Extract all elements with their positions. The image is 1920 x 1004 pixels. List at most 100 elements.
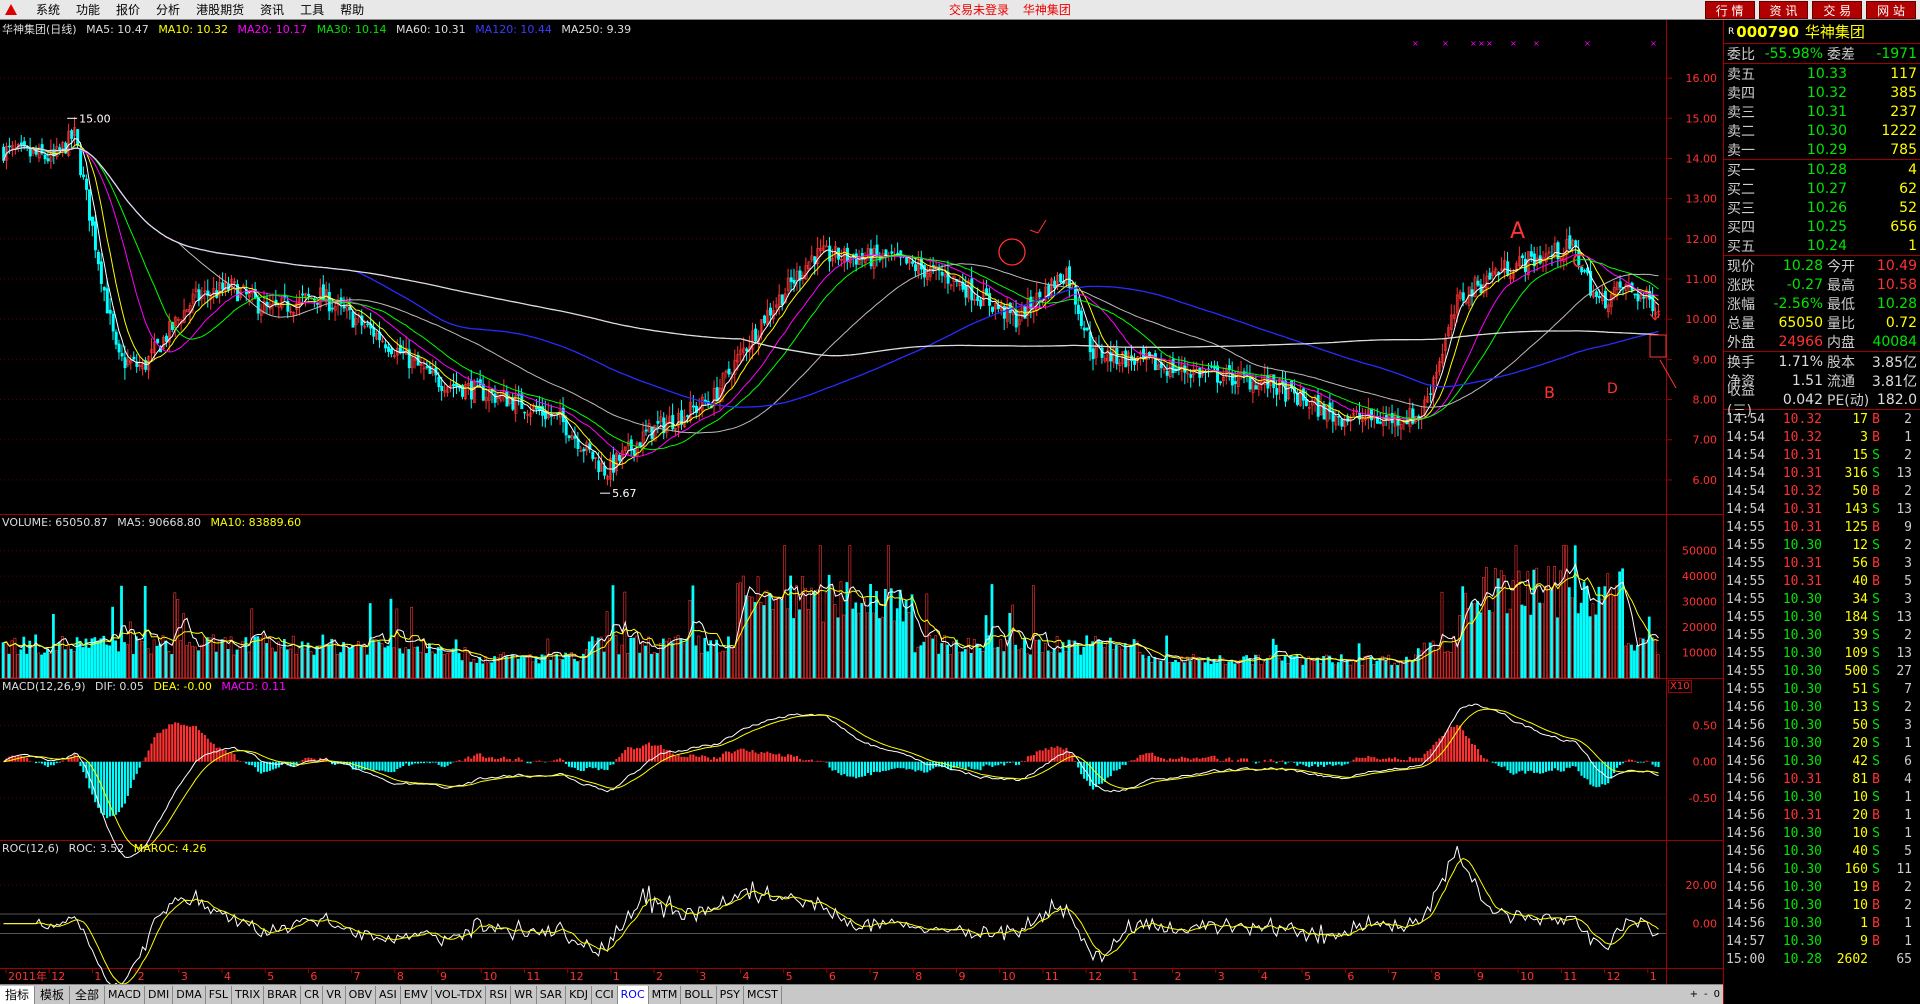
volume-bar	[1449, 652, 1453, 679]
menu-item[interactable]: 港股期货	[188, 0, 252, 20]
tick-row[interactable]: 14:55 10.31 125 B 9	[1724, 518, 1920, 536]
menu-item[interactable]: 分析	[148, 0, 188, 20]
tick-row[interactable]: 14:57 10.30 9 B 1	[1724, 932, 1920, 950]
indicator-tab[interactable]: BRAR	[264, 985, 302, 1004]
menu-item[interactable]: 报价	[108, 0, 148, 20]
tick-row[interactable]: 14:55 10.30 500 S 27	[1724, 662, 1920, 680]
menu-item[interactable]: 帮助	[332, 0, 372, 20]
nav-button[interactable]: 行 情	[1704, 1, 1755, 19]
indicator-tab[interactable]: MACD	[105, 985, 146, 1004]
buys-row[interactable]: 买五 10.24 1	[1724, 236, 1920, 255]
zoom-button[interactable]: +	[1687, 989, 1701, 1000]
menu-item[interactable]: 系统	[28, 0, 68, 20]
tick-row[interactable]: 14:54 10.31 15 S 2	[1724, 446, 1920, 464]
tick-row[interactable]: 14:56 10.31 81 B 4	[1724, 770, 1920, 788]
tick-row[interactable]: 15:00 10.28 2602 65	[1724, 950, 1920, 968]
tick-row[interactable]: 14:55 10.30 12 S 2	[1724, 536, 1920, 554]
stock-code[interactable]: 000790	[1736, 23, 1799, 41]
tick-row[interactable]: 14:56 10.30 160 S 11	[1724, 860, 1920, 878]
sells-row[interactable]: 卖二 10.30 1222	[1724, 121, 1920, 140]
buys-row[interactable]: 买二 10.27 62	[1724, 179, 1920, 198]
nav-button[interactable]: 交 易	[1812, 1, 1863, 19]
tab-0[interactable]: 指标	[0, 985, 36, 1004]
volume-bar	[567, 654, 570, 679]
tick-row[interactable]: 14:55 10.30 51 S 7	[1724, 680, 1920, 698]
tick-row[interactable]: 14:56 10.31 20 B 1	[1724, 806, 1920, 824]
tick-time: 14:56	[1726, 825, 1766, 841]
nav-button[interactable]: 资 讯	[1758, 1, 1809, 19]
menu-item[interactable]: 功能	[68, 0, 108, 20]
chart-area[interactable]: 华神集团(日线) MA5: 10.47 MA10: 10.32 MA20: 10…	[0, 20, 1723, 1003]
tick-price: 10.31	[1782, 519, 1822, 535]
indicator-tab[interactable]: ROC	[617, 985, 649, 1004]
indicator-tab[interactable]: CCI	[592, 985, 618, 1004]
indicator-tab[interactable]: EMV	[401, 985, 432, 1004]
nav-button[interactable]: 网 站	[1866, 1, 1916, 19]
tick-row[interactable]: 14:54 10.31 143 S 13	[1724, 500, 1920, 518]
tick-row[interactable]: 14:55 10.31 56 B 3	[1724, 554, 1920, 572]
indicator-tab[interactable]: WR	[511, 985, 537, 1004]
tick-row[interactable]: 14:56 10.30 13 S 2	[1724, 698, 1920, 716]
tick-row[interactable]: 14:55 10.30 39 S 2	[1724, 626, 1920, 644]
indicator-tab[interactable]: FSL	[206, 985, 232, 1004]
indicator-tab[interactable]: TRIX	[232, 985, 265, 1004]
stat-row: 涨幅 -2.56% 最低 10.28	[1724, 294, 1920, 313]
tick-row[interactable]: 14:54 10.31 316 S 13	[1724, 464, 1920, 482]
tick-row[interactable]: 14:56 10.30 42 S 6	[1724, 752, 1920, 770]
indicator-tab[interactable]: PSY	[717, 985, 744, 1004]
indicator-tab[interactable]: RSI	[486, 985, 512, 1004]
indicator-tab[interactable]: SAR	[537, 985, 567, 1004]
tick-row[interactable]: 14:56 10.30 19 B 2	[1724, 878, 1920, 896]
login-status[interactable]: 交易未登录	[949, 3, 1009, 17]
tick-row[interactable]: 14:56 10.30 10 S 1	[1724, 824, 1920, 842]
tick-row[interactable]: 14:56 10.30 10 B 2	[1724, 896, 1920, 914]
indicator-tab[interactable]: MCST	[744, 985, 782, 1004]
tick-row[interactable]: 14:56 10.30 20 S 1	[1724, 734, 1920, 752]
sells-row[interactable]: 卖四 10.32 385	[1724, 83, 1920, 102]
indicator-tab[interactable]: DMI	[145, 985, 174, 1004]
indicator-tab[interactable]: DMA	[173, 985, 206, 1004]
sells-price: 10.29	[1806, 141, 1847, 158]
tick-list[interactable]: 14:54 10.32 17 B 2 14:54 10.32 3 B 1 14:54 10.31 15 S…	[1724, 410, 1920, 968]
indicator-tab[interactable]: VOL-TDX	[432, 985, 487, 1004]
tick-row[interactable]: 14:56 10.30 10 S 1	[1724, 788, 1920, 806]
sells-row[interactable]: 卖一 10.29 785	[1724, 140, 1920, 159]
menu-item[interactable]: 工具	[292, 0, 332, 20]
tick-row[interactable]: 14:54 10.32 3 B 1	[1724, 428, 1920, 446]
buys-row[interactable]: 买三 10.26 52	[1724, 198, 1920, 217]
tick-row[interactable]: 14:56 10.30 40 S 5	[1724, 842, 1920, 860]
indicator-tab[interactable]: VR	[323, 985, 346, 1004]
indicator-tab[interactable]: CR	[301, 985, 324, 1004]
menu-item[interactable]: 资讯	[252, 0, 292, 20]
sells-row[interactable]: 卖三 10.31 237	[1724, 102, 1920, 121]
buys-row[interactable]: 买一 10.28 4	[1724, 160, 1920, 179]
tick-row[interactable]: 14:54 10.32 17 B 2	[1724, 410, 1920, 428]
tick-row[interactable]: 14:55 10.31 40 B 5	[1724, 572, 1920, 590]
app-logo-icon[interactable]	[4, 3, 18, 17]
candle-body	[911, 261, 915, 264]
zoom-button[interactable]: -	[1701, 989, 1711, 1000]
indicator-tab[interactable]: KDJ	[566, 985, 593, 1004]
stock-name[interactable]: 华神集团	[1805, 21, 1865, 42]
indicator-tab[interactable]: ASI	[376, 985, 401, 1004]
volume-bar	[786, 608, 790, 679]
buys-row[interactable]: 买四 10.25 656	[1724, 217, 1920, 236]
tick-row[interactable]: 14:55 10.30 109 S 13	[1724, 644, 1920, 662]
tick-row[interactable]: 14:56 10.30 1 B 1	[1724, 914, 1920, 932]
candle-body	[1603, 290, 1607, 309]
indicator-tab[interactable]: OBV	[346, 985, 376, 1004]
sells-row[interactable]: 卖五 10.33 117	[1724, 64, 1920, 83]
volume-bar	[1615, 585, 1619, 679]
tab-2[interactable]: 全部	[70, 985, 106, 1004]
tab-1[interactable]: 模板	[35, 985, 71, 1004]
indicator-tab[interactable]: MTM	[649, 985, 682, 1004]
tick-row[interactable]: 14:56 10.30 50 S 3	[1724, 716, 1920, 734]
volume-bar	[833, 604, 837, 679]
zoom-button[interactable]: 0	[1711, 989, 1723, 1000]
tick-row[interactable]: 14:55 10.30 184 S 13	[1724, 608, 1920, 626]
tick-row[interactable]: 14:54 10.32 50 B 2	[1724, 482, 1920, 500]
indicator-tab[interactable]: BOLL	[681, 985, 717, 1004]
tick-row[interactable]: 14:55 10.30 34 S 3	[1724, 590, 1920, 608]
volume-bar	[1026, 653, 1029, 679]
charts-canvas[interactable]: 16.0015.0014.0013.0012.0011.0010.009.008…	[0, 20, 1723, 984]
